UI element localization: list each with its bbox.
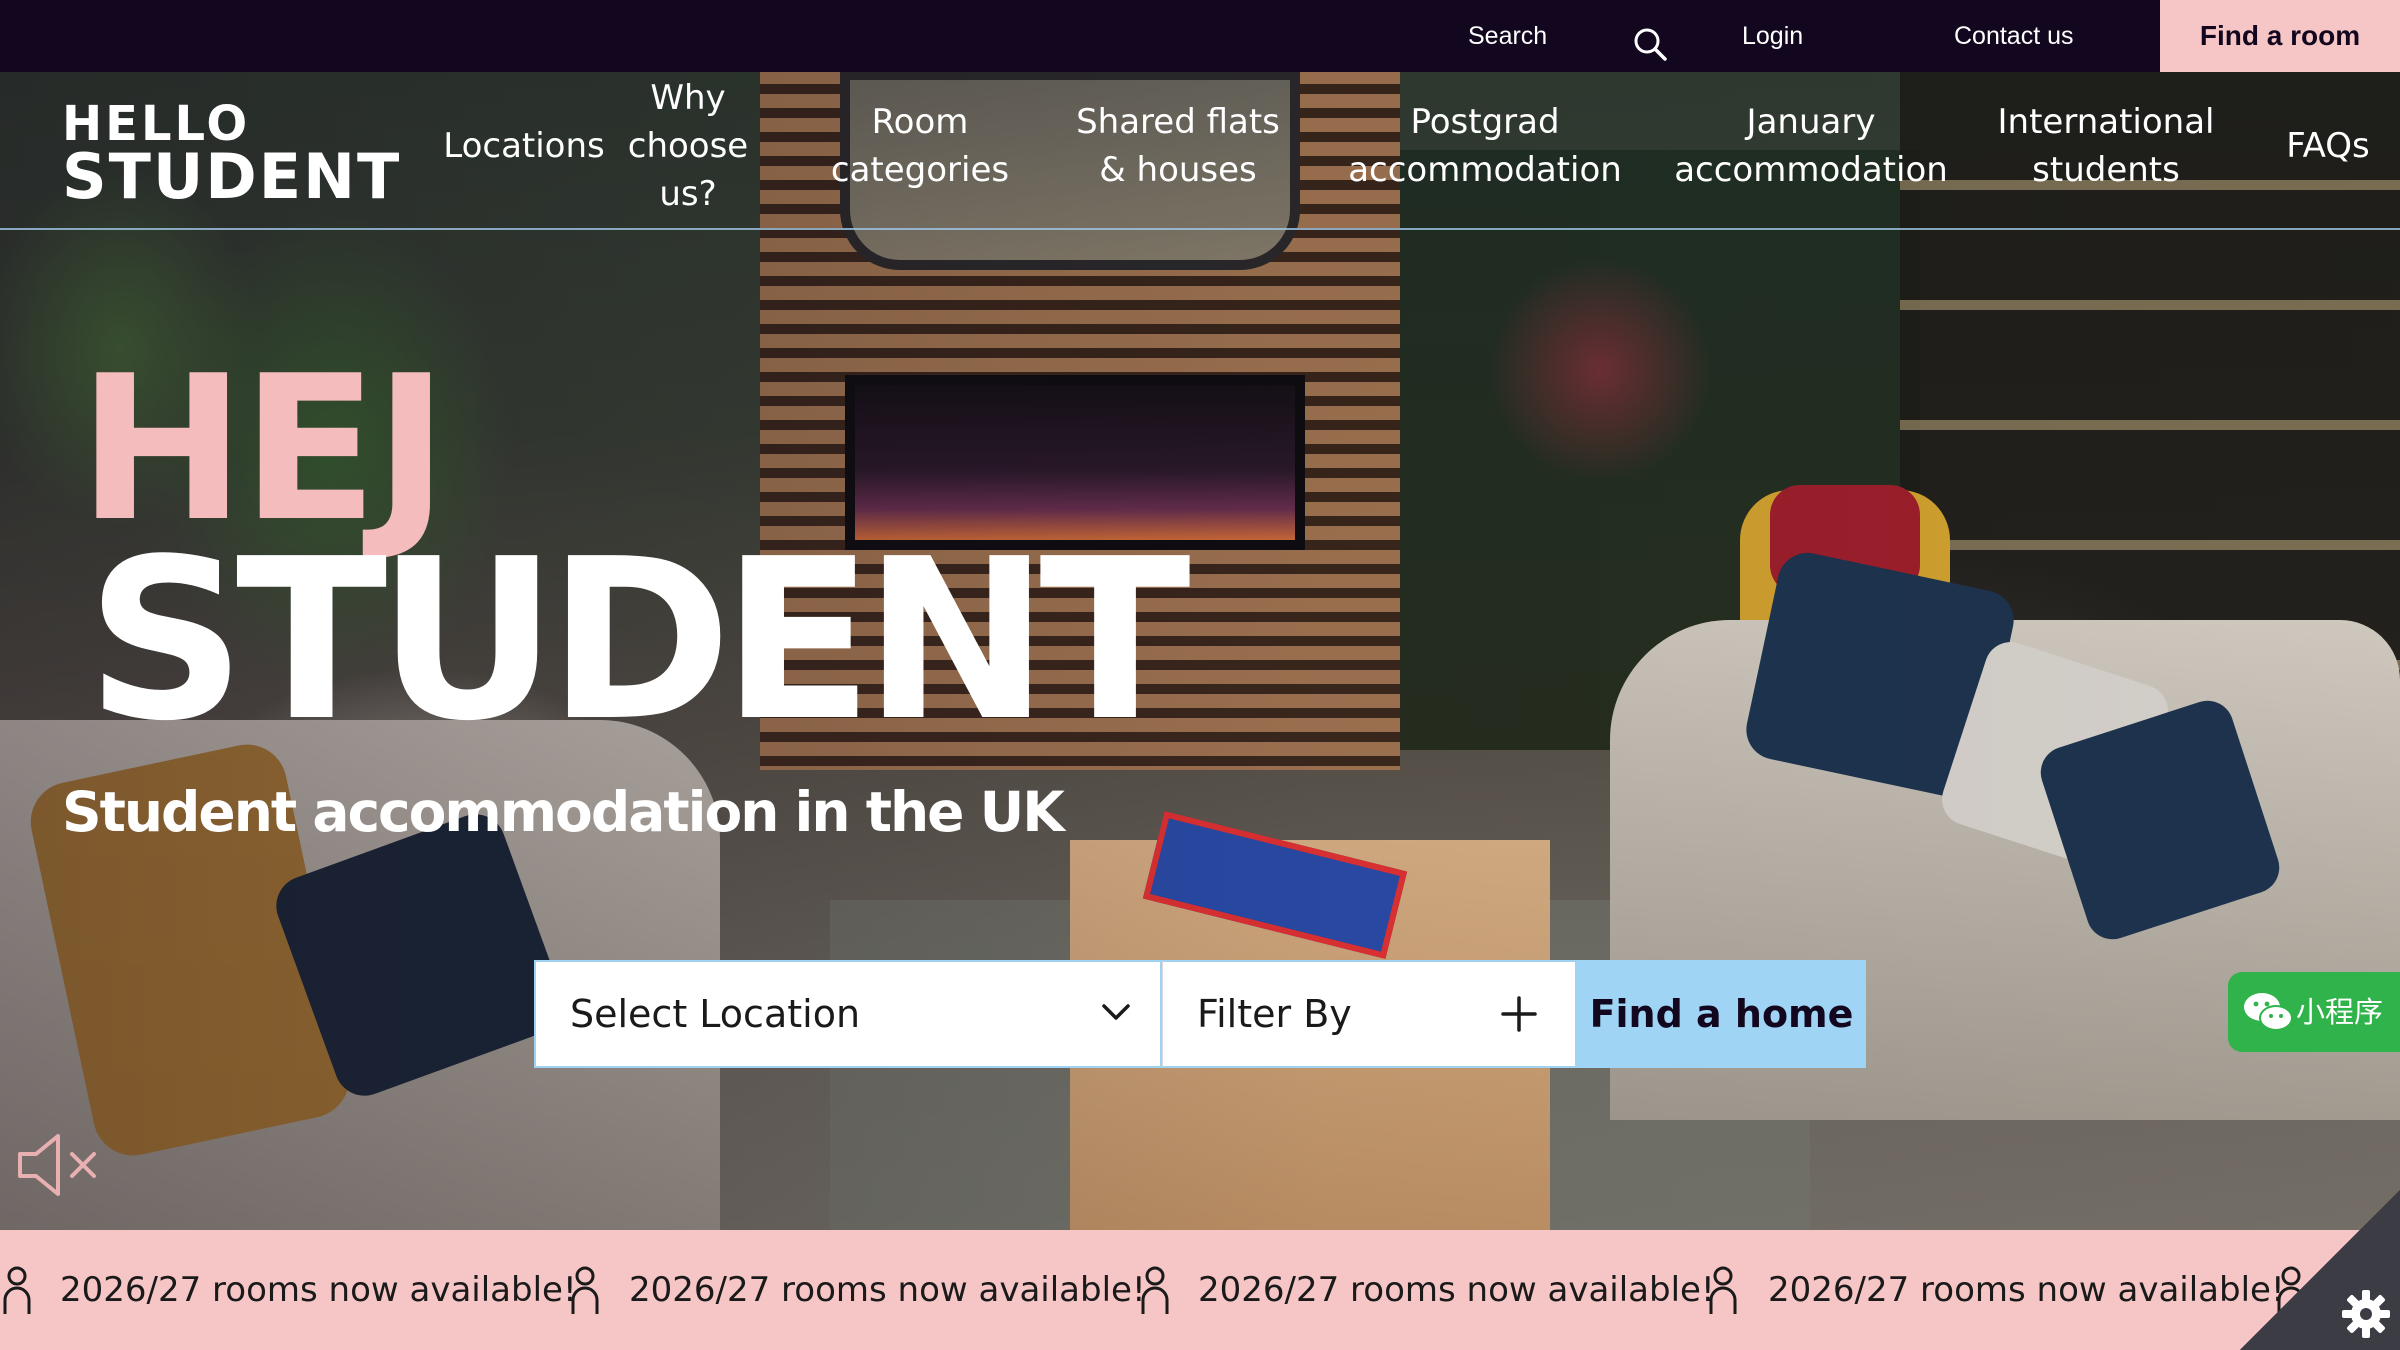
gear-icon (2340, 1288, 2392, 1340)
filter-by-label: Filter By (1197, 992, 1352, 1036)
person-icon (570, 1266, 600, 1316)
location-select-value: Select Location (570, 992, 861, 1036)
announcement-ticker: 2026/27 rooms now available! 2026/27 roo… (0, 1230, 2400, 1350)
find-a-room-button[interactable]: Find a room (2160, 0, 2400, 72)
plus-icon (1497, 992, 1541, 1036)
nav-item-january[interactable]: January accommodation (1666, 98, 1956, 194)
ticker-message: 2026/27 rooms now available! (60, 1270, 577, 1310)
nav-item-label: Postgrad accommodation (1348, 102, 1622, 190)
chevron-down-icon (1096, 992, 1136, 1032)
location-select[interactable]: Select Location (534, 960, 1162, 1068)
nav-divider (0, 228, 2400, 230)
search-icon[interactable] (1632, 18, 1668, 61)
search-link[interactable]: Search (1468, 0, 1547, 72)
nav-item-international[interactable]: International students (1990, 98, 2222, 194)
wechat-mini-program-button[interactable]: 小程序 (2228, 972, 2400, 1052)
nav-item-room-categories[interactable]: Room categories (820, 98, 1020, 194)
top-utility-bar: Search Login Contact us Find a room (0, 0, 2400, 72)
logo-line-2: STUDENT (62, 140, 402, 213)
nav-item-why-choose-us[interactable]: Why choose us? (618, 74, 758, 218)
filter-by-toggle[interactable]: Filter By (1162, 960, 1577, 1068)
mute-icon[interactable] (14, 1130, 104, 1200)
hero-subheading: Student accommodation in the UK (62, 780, 1065, 844)
hero-headline: STUDENT (86, 512, 1191, 770)
ticker-message: 2026/27 rooms now available! (1768, 1270, 2285, 1310)
find-a-home-button[interactable]: Find a home (1577, 960, 1866, 1068)
accommodation-search: Select Location Filter By Find a home (534, 960, 1866, 1068)
contact-us-link[interactable]: Contact us (1954, 0, 2074, 72)
nav-item-shared-flats[interactable]: Shared flats & houses (1070, 98, 1286, 194)
hello-student-logo[interactable]: HELLO STUDENT (62, 100, 401, 208)
nav-item-label: FAQs (2286, 126, 2370, 166)
wechat-icon (2242, 990, 2294, 1034)
wechat-label: 小程序 (2296, 995, 2384, 1029)
nav-item-label: January accommodation (1674, 102, 1948, 190)
nav-item-label: Shared flats & houses (1076, 102, 1280, 190)
nav-item-label: International students (1997, 102, 2215, 190)
nav-item-label: Why choose us? (627, 78, 749, 214)
cookie-settings-button[interactable] (2240, 1190, 2400, 1350)
login-link[interactable]: Login (1742, 0, 1803, 72)
person-icon (1140, 1266, 1170, 1316)
person-icon (2, 1266, 32, 1316)
nav-item-postgrad[interactable]: Postgrad accommodation (1340, 98, 1630, 194)
ticker-message: 2026/27 rooms now available! (629, 1270, 1146, 1310)
nav-item-faqs[interactable]: FAQs (2272, 122, 2384, 170)
nav-item-locations[interactable]: Locations (440, 122, 608, 170)
nav-item-label: Locations (443, 126, 605, 166)
nav-item-label: Room categories (830, 102, 1010, 190)
person-icon (1708, 1266, 1738, 1316)
ticker-message: 2026/27 rooms now available! (1198, 1270, 1715, 1310)
